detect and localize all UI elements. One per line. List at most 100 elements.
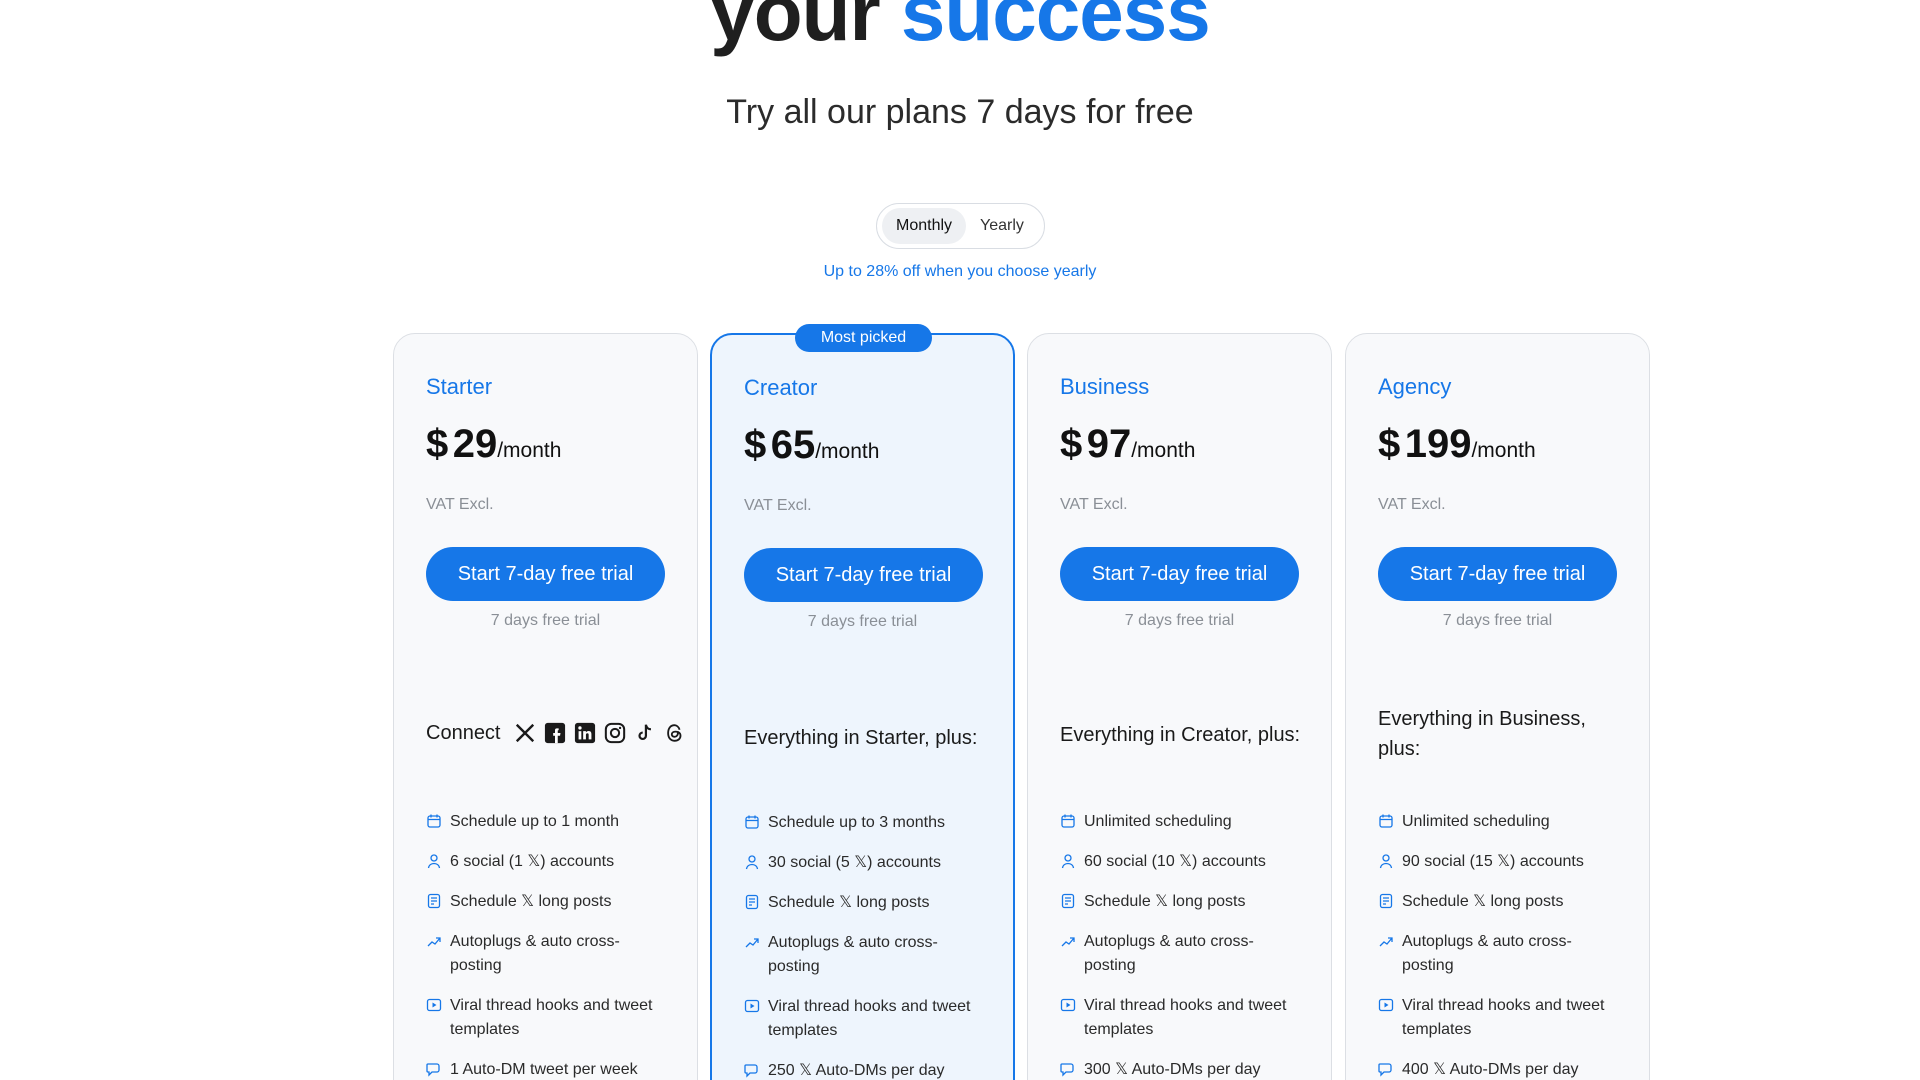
user-icon (1060, 853, 1076, 869)
billing-option-yearly[interactable]: Yearly (966, 208, 1038, 244)
hero-title-part1: your (710, 0, 880, 57)
feature-item: Schedule 𝕏 long posts (1378, 890, 1623, 914)
calendar-icon (1378, 813, 1394, 829)
feature-item: Unlimited scheduling (1378, 810, 1623, 834)
feature-text: Schedule up to 3 months (768, 814, 946, 831)
growth-icon (1060, 933, 1076, 949)
user-icon (426, 853, 442, 869)
connect-label: Connect (426, 722, 501, 744)
feature-text: Unlimited scheduling (1402, 813, 1550, 830)
price-currency: $ (744, 423, 767, 467)
start-trial-button-business[interactable]: Start 7-day free trial (1060, 547, 1299, 601)
play-icon (1060, 997, 1076, 1013)
feature-list: Unlimited scheduling 60 social (10 𝕏) ac… (1060, 810, 1305, 1080)
trial-note: 7 days free trial (1442, 612, 1553, 629)
feature-item: Schedule up to 3 months (744, 811, 989, 835)
plan-name: Agency (1378, 374, 1452, 399)
user-icon (1378, 853, 1394, 869)
feature-list: Schedule up to 1 month 6 social (1 𝕏) ac… (426, 810, 671, 1080)
price-amount: 97 (1086, 422, 1132, 466)
price-period: /month (1131, 439, 1196, 462)
feature-item: Autoplugs & auto cross-posting (1060, 930, 1305, 978)
price-currency: $ (1060, 422, 1083, 466)
tiktok-icon (633, 721, 657, 745)
feature-text: 1 Auto-DM tweet per week (450, 1061, 638, 1078)
feature-item: Schedule 𝕏 long posts (744, 891, 989, 915)
feature-text: Viral thread hooks and tweet templates (1084, 997, 1287, 1038)
vat-note: VAT Excl. (744, 497, 812, 514)
plan-name: Business (1060, 374, 1150, 399)
price-currency: $ (1378, 422, 1401, 466)
vat-note: VAT Excl. (1378, 496, 1446, 513)
price-currency: $ (426, 422, 449, 466)
feature-item: Autoplugs & auto cross-posting (744, 931, 989, 979)
feature-text: 30 social (5 𝕏) accounts (768, 854, 941, 871)
feature-text: Autoplugs & auto cross-posting (1402, 933, 1572, 974)
growth-icon (1378, 933, 1394, 949)
chat-icon (426, 1061, 442, 1077)
feature-list: Unlimited scheduling 90 social (15 𝕏) ac… (1378, 810, 1623, 1080)
instagram-icon (603, 721, 627, 745)
feature-item: 1 Auto-DM tweet per week (426, 1058, 671, 1080)
threads-icon (663, 721, 687, 745)
chat-icon (1060, 1061, 1076, 1077)
feature-text: Viral thread hooks and tweet templates (768, 998, 971, 1039)
growth-icon (744, 934, 760, 950)
feature-text: 6 social (1 𝕏) accounts (450, 853, 615, 870)
billing-toggle[interactable]: Monthly Yearly (876, 203, 1045, 249)
feature-text: Autoplugs & auto cross-posting (768, 934, 938, 975)
feature-item: Viral thread hooks and tweet templates (426, 994, 671, 1042)
feature-text: 60 social (10 𝕏) accounts (1084, 853, 1266, 870)
feature-item: Viral thread hooks and tweet templates (1060, 994, 1305, 1042)
plan-card-creator: Most picked Creator $ 65/month VAT Excl.… (710, 324, 1015, 1080)
feature-item: 300 𝕏 Auto-DMs per day (1060, 1058, 1305, 1080)
feature-item: Autoplugs & auto cross-posting (1378, 930, 1623, 978)
feature-item: 90 social (15 𝕏) accounts (1378, 850, 1623, 874)
feature-text: Unlimited scheduling (1084, 813, 1232, 830)
feature-item: Schedule up to 1 month (426, 810, 671, 834)
feature-item: 250 𝕏 Auto-DMs per day (744, 1059, 989, 1080)
play-icon (426, 997, 442, 1013)
document-icon (1060, 893, 1076, 909)
feature-text: 300 𝕏 Auto-DMs per day (1084, 1061, 1261, 1078)
trial-note: 7 days free trial (490, 612, 601, 629)
feature-item: 6 social (1 𝕏) accounts (426, 850, 671, 874)
feature-list: Schedule up to 3 months 30 social (5 𝕏) … (744, 811, 989, 1080)
feature-text: 250 𝕏 Auto-DMs per day (768, 1062, 945, 1079)
play-icon (744, 998, 760, 1014)
price-period: /month (1471, 439, 1536, 462)
start-trial-button-agency[interactable]: Start 7-day free trial (1378, 547, 1617, 601)
plan-lead: Everything in Creator, plus: (1060, 724, 1301, 746)
price-period: /month (497, 439, 562, 462)
calendar-icon (744, 814, 760, 830)
growth-icon (426, 933, 442, 949)
feature-item: 30 social (5 𝕏) accounts (744, 851, 989, 875)
feature-text: Autoplugs & auto cross-posting (1084, 933, 1254, 974)
price-period: /month (815, 440, 880, 463)
plan-name: Starter (426, 374, 493, 399)
feature-text: Schedule 𝕏 long posts (450, 893, 612, 910)
billing-option-monthly[interactable]: Monthly (882, 208, 967, 244)
start-trial-button-creator[interactable]: Start 7-day free trial (744, 548, 983, 602)
social-icons (513, 721, 687, 745)
connect-row: Connect (426, 718, 681, 748)
yearly-discount-note: Up to 28% off when you choose yearly (823, 263, 1097, 280)
feature-item: Viral thread hooks and tweet templates (1378, 994, 1623, 1042)
plan-price: $ 65/month (744, 423, 879, 468)
x-icon (513, 721, 537, 745)
start-trial-button-starter[interactable]: Start 7-day free trial (426, 547, 665, 601)
feature-text: Autoplugs & auto cross-posting (450, 933, 620, 974)
plan-lead: Everything in Business, plus: (1378, 708, 1586, 760)
most-picked-badge: Most picked (795, 324, 932, 352)
feature-item: Autoplugs & auto cross-posting (426, 930, 671, 978)
document-icon (1378, 893, 1394, 909)
feature-item: Schedule 𝕏 long posts (426, 890, 671, 914)
calendar-icon (1060, 813, 1076, 829)
feature-text: Viral thread hooks and tweet templates (1402, 997, 1605, 1038)
price-amount: 199 (1404, 422, 1472, 466)
feature-item: Schedule 𝕏 long posts (1060, 890, 1305, 914)
plan-card-starter: Starter $ 29/month VAT Excl. Start 7-day… (393, 333, 698, 1080)
vat-note: VAT Excl. (426, 496, 494, 513)
plan-card-business: Business $ 97/month VAT Excl. Start 7-da… (1027, 333, 1332, 1080)
calendar-icon (426, 813, 442, 829)
